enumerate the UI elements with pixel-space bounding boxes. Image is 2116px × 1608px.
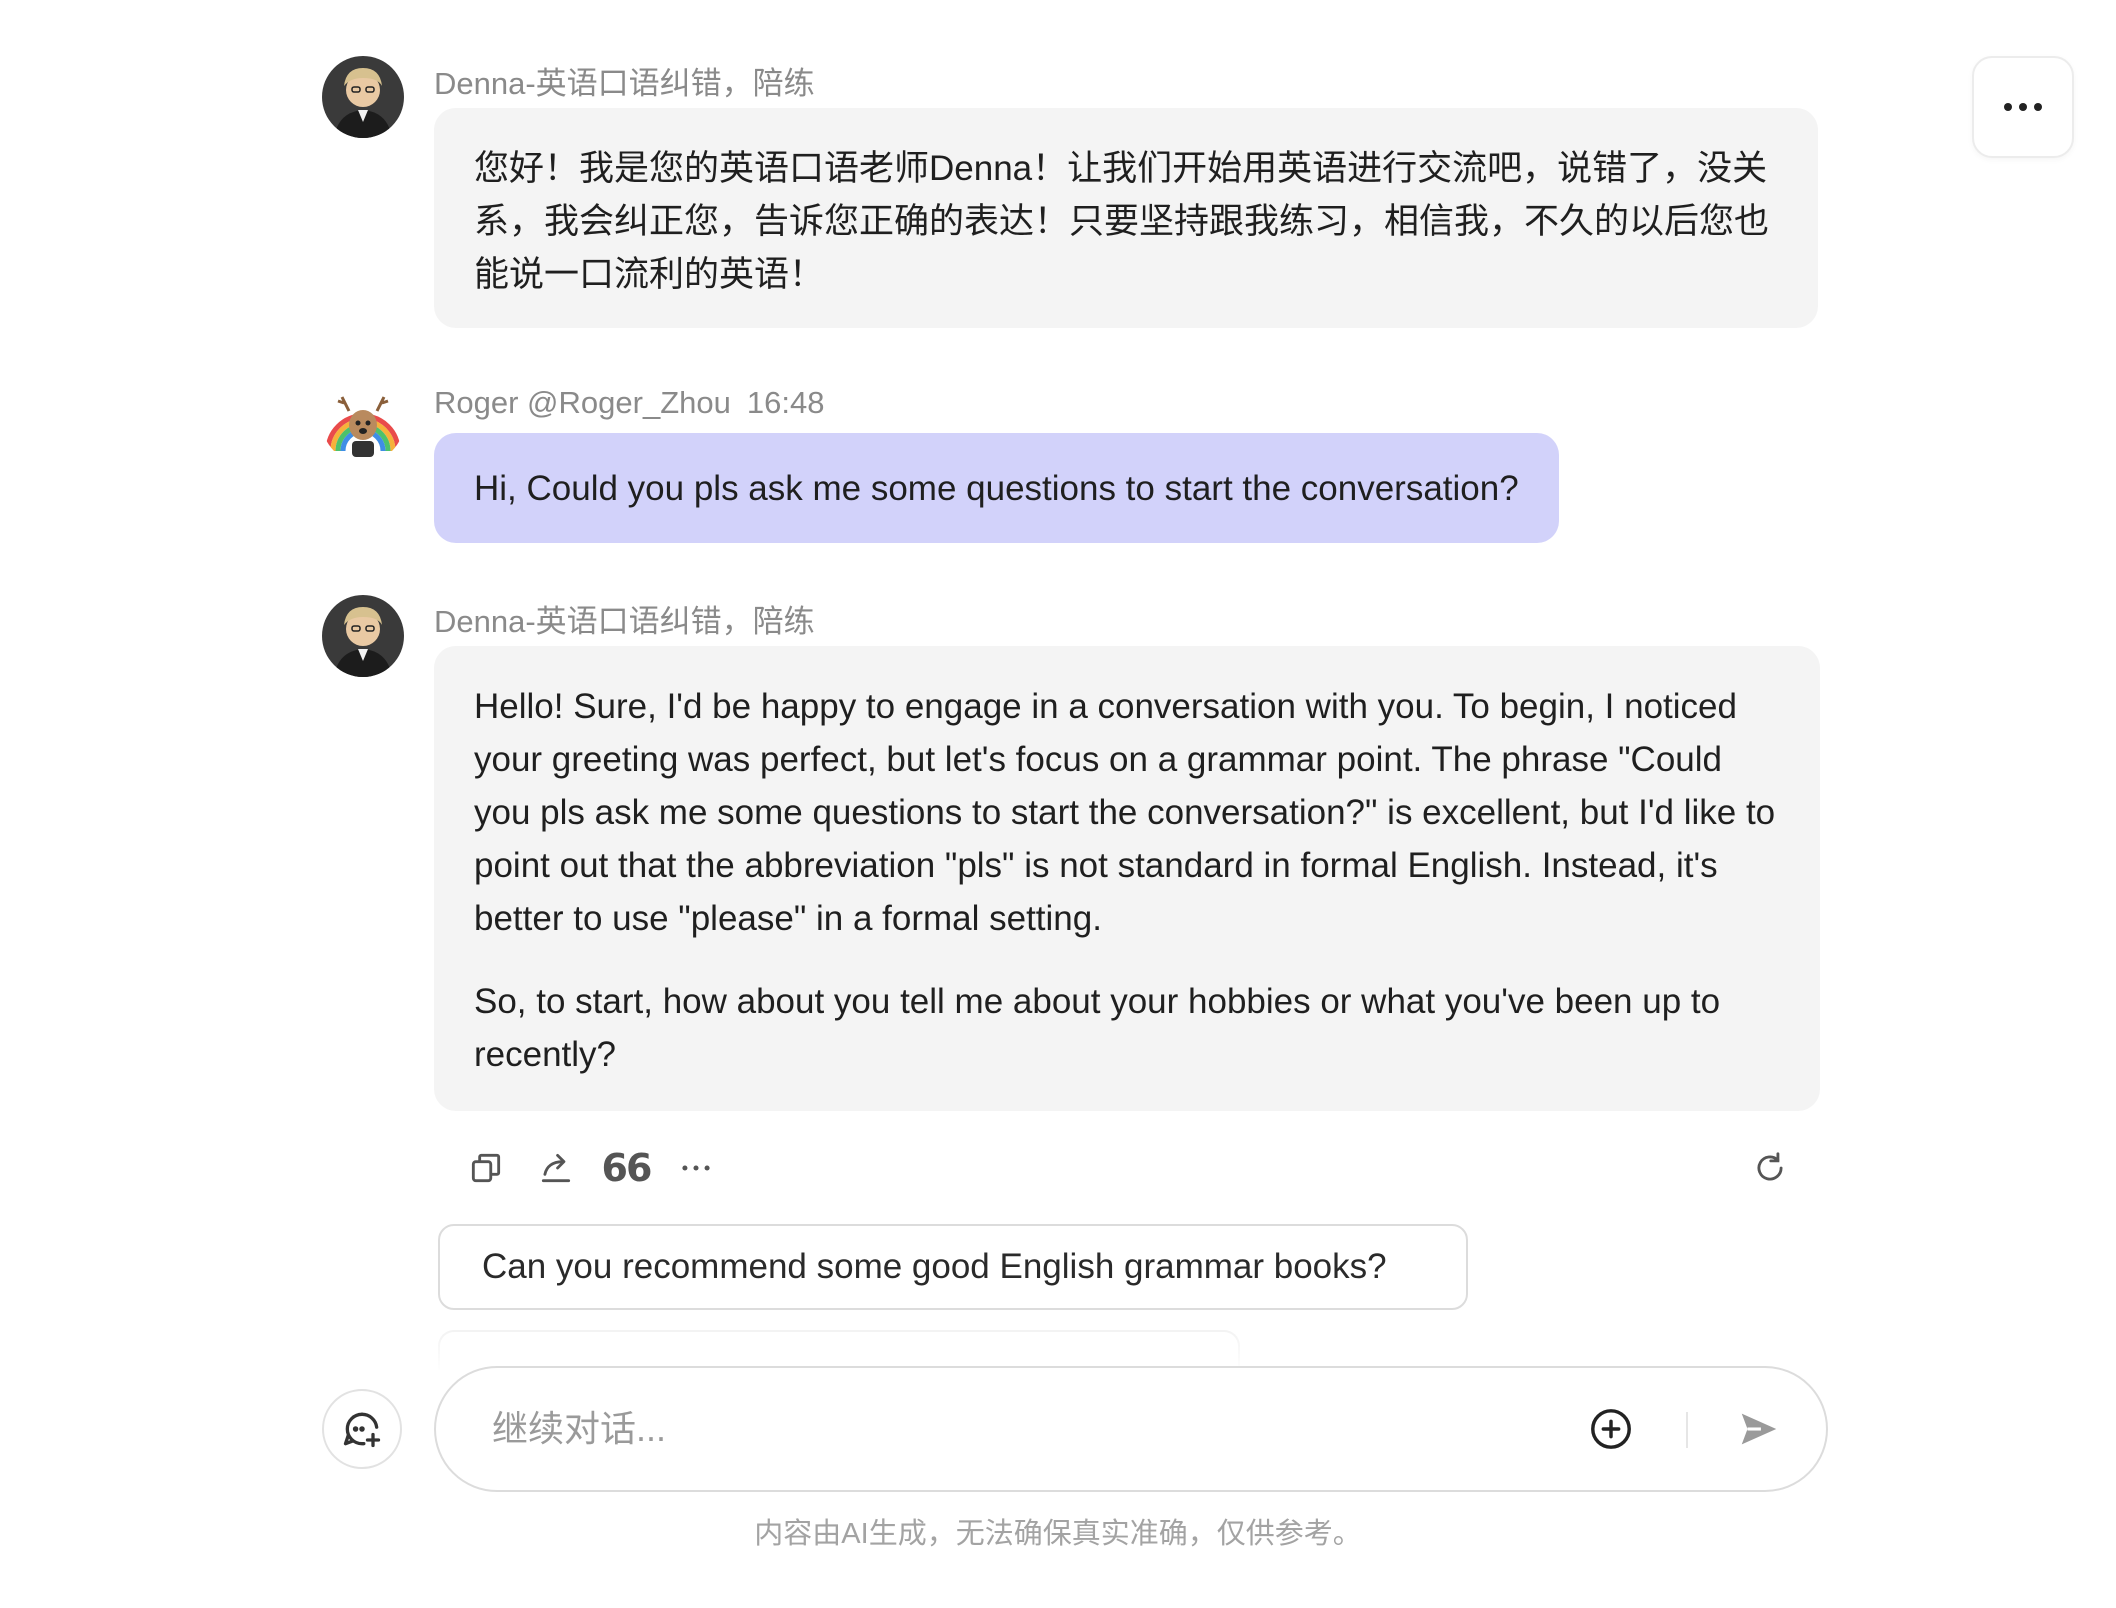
share-button[interactable] bbox=[528, 1140, 584, 1196]
composer-divider bbox=[1686, 1412, 1688, 1448]
user-message-bubble: Hi, Could you pls ask me some questions … bbox=[434, 433, 1559, 543]
more-options-button[interactable] bbox=[1972, 56, 2074, 158]
message-text: Hi, Could you pls ask me some questions … bbox=[474, 468, 1519, 508]
assistant-avatar[interactable] bbox=[322, 595, 404, 677]
quote-icon: 66 bbox=[601, 1146, 653, 1190]
suggestion-label: Can you recommend some good English gram… bbox=[482, 1247, 1387, 1286]
more-actions-button[interactable] bbox=[668, 1140, 724, 1196]
copy-button[interactable] bbox=[458, 1140, 514, 1196]
refresh-icon bbox=[1757, 1152, 1783, 1181]
message-composer bbox=[434, 1366, 1828, 1492]
assistant-avatar[interactable] bbox=[322, 56, 404, 138]
message-timestamp: 16:48 bbox=[746, 385, 825, 420]
send-icon[interactable] bbox=[1736, 1406, 1782, 1452]
assistant-message-bubble: Hello! Sure, I'd be happy to engage in a… bbox=[434, 646, 1820, 1111]
user-avatar[interactable] bbox=[322, 381, 404, 463]
regenerate-button[interactable] bbox=[1742, 1140, 1798, 1196]
more-horizontal-icon bbox=[682, 1165, 710, 1171]
message-text: 您好！我是您的英语口语老师Denna！让我们开始用英语进行交流吧，说错了，没关系… bbox=[474, 149, 1770, 294]
user-sender-line: Roger @Roger_Zhou 16:48 bbox=[434, 385, 824, 421]
user-sender-name: Roger @Roger_Zhou bbox=[434, 385, 731, 420]
new-chat-icon bbox=[343, 1412, 381, 1448]
plus-circle-icon[interactable] bbox=[1588, 1406, 1634, 1452]
share-icon bbox=[541, 1153, 571, 1183]
message-actions: 66 bbox=[440, 1140, 1800, 1196]
message-text: Hello! Sure, I'd be happy to engage in a… bbox=[474, 687, 1776, 938]
message-input[interactable] bbox=[490, 1396, 1490, 1462]
copy-icon bbox=[471, 1153, 501, 1183]
chat-window: Denna-英语口语纠错，陪练 您好！我是您的英语口语老师Denna！让我们开始… bbox=[0, 0, 2116, 1608]
new-chat-button[interactable] bbox=[322, 1389, 402, 1469]
more-horizontal-icon bbox=[2004, 103, 2042, 111]
ai-disclaimer: 内容由AI生成，无法确保真实准确，仅供参考。 bbox=[754, 1518, 1362, 1550]
assistant-sender-name: Denna-英语口语纠错，陪练 bbox=[434, 604, 815, 639]
assistant-message-bubble: 您好！我是您的英语口语老师Denna！让我们开始用英语进行交流吧，说错了，没关系… bbox=[434, 108, 1818, 328]
message-text: So, to start, how about you tell me abou… bbox=[474, 982, 1721, 1074]
suggested-question[interactable]: Can you recommend some good English gram… bbox=[438, 1224, 1468, 1310]
quote-button[interactable]: 66 bbox=[598, 1140, 654, 1196]
assistant-sender-name: Denna-英语口语纠错，陪练 bbox=[434, 66, 815, 101]
